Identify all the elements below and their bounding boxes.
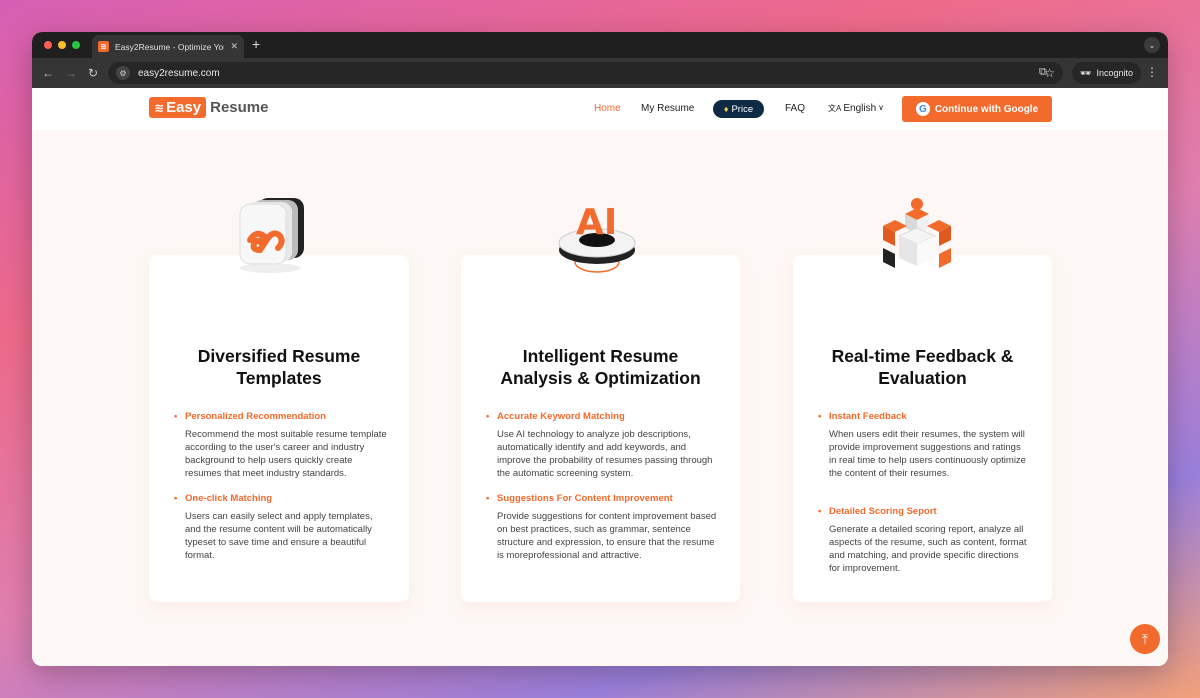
feature-body: Generate a detailed scoring report, anal… (829, 524, 1027, 574)
card-title: Diversified Resume Templates (149, 345, 409, 389)
nav-my-resume[interactable]: My Resume (641, 103, 694, 114)
feature-body: When users edit their resumes, the syste… (829, 429, 1026, 479)
feature-item: Detailed Scoring Seport Generate a detai… (818, 506, 1030, 575)
forward-arrow-icon[interactable]: → (65, 66, 77, 80)
card-title: Real-time Feedback & Evaluation (793, 345, 1052, 389)
card-title-line2: Evaluation (878, 368, 967, 388)
card-title-line1: Real-time Feedback & (831, 346, 1014, 366)
card-title-line2: Analysis & Optimization (500, 368, 701, 388)
browser-menu-icon[interactable]: ⋮ (1146, 65, 1158, 79)
feature-heading: Personalized Recommendation (174, 411, 387, 422)
page-content: ≋ Easy Resume Home My Resume ♦ Price FAQ… (32, 88, 1168, 666)
continue-with-google-button[interactable]: G Continue with Google (902, 96, 1052, 122)
maximize-window-button[interactable] (72, 41, 80, 49)
back-to-top-button[interactable]: ⤒ (1130, 624, 1160, 654)
feature-card-templates: Diversified Resume Templates Personalize… (149, 255, 409, 602)
nav-faq[interactable]: FAQ (785, 103, 805, 114)
feature-item: Suggestions For Content Improvement Prov… (486, 493, 718, 562)
feature-item: One-click Matching Users can easily sele… (174, 493, 387, 562)
language-label: English (843, 103, 877, 114)
extensions-icon[interactable]: ⧉ (1039, 66, 1047, 79)
card-title-line2: Templates (236, 368, 322, 388)
browser-tab[interactable]: ≋ Easy2Resume - Optimize You ✕ (92, 35, 244, 58)
site-header: ≋ Easy Resume Home My Resume ♦ Price FAQ… (32, 88, 1168, 130)
svg-text:AI: AI (576, 202, 617, 243)
feature-body: Use AI technology to analyze job descrip… (497, 429, 713, 479)
close-tab-icon[interactable]: ✕ (230, 41, 238, 52)
cubes-icon (883, 198, 951, 268)
close-window-button[interactable] (44, 41, 52, 49)
browser-toolbar: ← → ↻ ⚙ easy2resume.com ☆ ⧉ 🕶 Incognito … (32, 58, 1168, 88)
tab-bar: ≋ Easy2Resume - Optimize You ✕ + ⌄ (32, 32, 1168, 58)
nav-price-label: Price (731, 103, 754, 115)
feature-body: Recommend the most suitable resume templ… (185, 429, 387, 479)
incognito-badge[interactable]: 🕶 Incognito (1072, 62, 1141, 84)
feature-heading: Detailed Scoring Seport (818, 506, 1030, 517)
feature-item: Accurate Keyword Matching Use AI technol… (486, 411, 718, 480)
arrow-up-icon: ⤒ (1141, 630, 1149, 647)
feature-card-analysis: Intelligent Resume Analysis & Optimizati… (461, 255, 740, 602)
card-title-line1: Intelligent Resume (522, 346, 679, 366)
feature-item: Personalized Recommendation Recommend th… (174, 411, 387, 480)
tab-search-chevron-icon[interactable]: ⌄ (1144, 37, 1160, 53)
incognito-icon: 🕶 (1080, 67, 1092, 78)
browser-window: ≋ Easy2Resume - Optimize You ✕ + ⌄ ← → ↻… (32, 32, 1168, 666)
chevron-down-icon: ∨ (878, 103, 885, 112)
feature-heading: Instant Feedback (818, 411, 1030, 422)
back-arrow-icon[interactable]: ← (42, 66, 54, 80)
nav-price[interactable]: ♦ Price (713, 100, 764, 118)
feature-card-feedback: Real-time Feedback & Evaluation Instant … (793, 255, 1052, 602)
translate-icon: 文A (828, 104, 842, 113)
logo-badge-text: Easy (166, 99, 202, 116)
site-logo[interactable]: ≋ Easy Resume (149, 97, 268, 118)
feature-body: Users can easily select and apply templa… (185, 511, 373, 561)
card-title-line1: Diversified Resume (197, 346, 361, 366)
tab-title: Easy2Resume - Optimize You (115, 41, 225, 52)
card-title: Intelligent Resume Analysis & Optimizati… (461, 345, 740, 389)
logo-mark-icon: ≋ (154, 100, 165, 115)
minimize-window-button[interactable] (58, 41, 66, 49)
reload-icon[interactable]: ↻ (88, 66, 98, 80)
google-icon: G (915, 102, 930, 116)
feature-item: Instant Feedback When users edit their r… (818, 411, 1030, 480)
new-tab-icon[interactable]: + (252, 36, 260, 52)
url-text: easy2resume.com (138, 67, 220, 79)
feature-heading: One-click Matching (174, 493, 387, 504)
address-bar[interactable]: ⚙ easy2resume.com ☆ (108, 62, 1063, 84)
site-info-icon[interactable]: ⚙ (116, 66, 130, 80)
feature-heading: Accurate Keyword Matching (486, 411, 718, 422)
feature-body: Provide suggestions for content improvem… (497, 511, 717, 561)
feature-heading: Suggestions For Content Improvement (486, 493, 718, 504)
google-button-label: Continue with Google (934, 103, 1039, 115)
template-stack-icon (239, 198, 304, 273)
window-controls (44, 41, 80, 49)
logo-badge: ≋ Easy (149, 97, 207, 118)
logo-word: Resume (210, 99, 269, 116)
ai-chip-icon: AI (558, 202, 636, 273)
incognito-label: Incognito (1096, 68, 1133, 78)
nav-home[interactable]: Home (594, 103, 621, 114)
diamond-icon: ♦ (723, 104, 729, 114)
language-selector[interactable]: 文A English ∨ (828, 103, 884, 114)
site-favicon-icon: ≋ (98, 41, 109, 52)
